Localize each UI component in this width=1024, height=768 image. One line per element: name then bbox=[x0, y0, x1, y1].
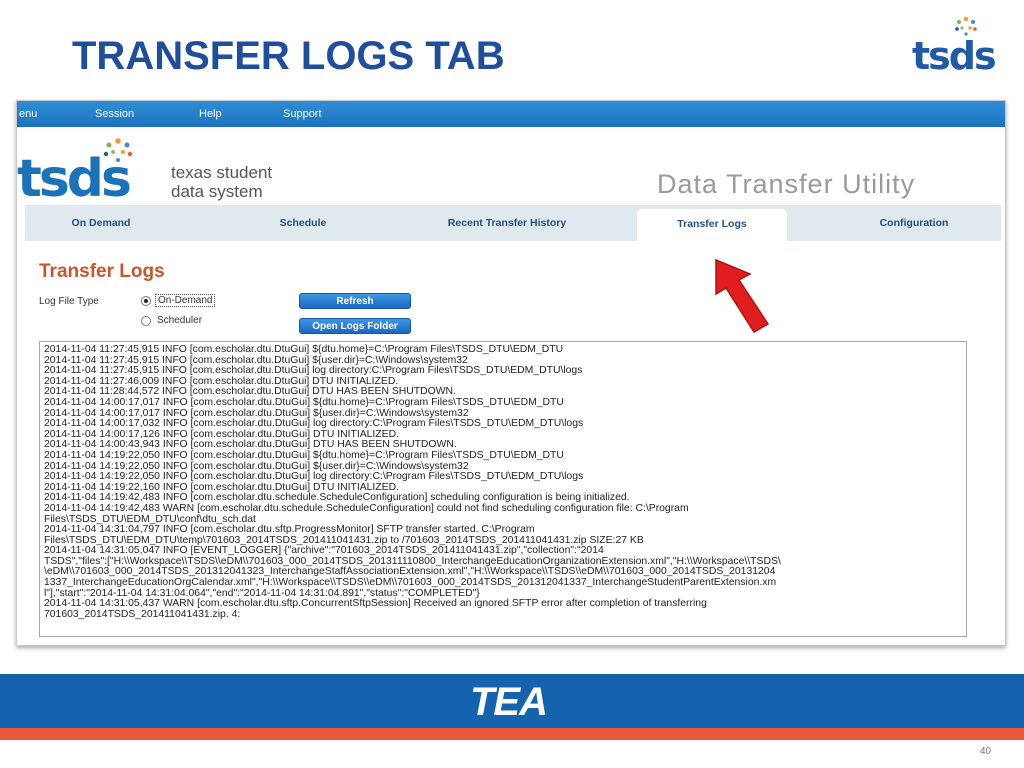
log-line: 2014-11-04 14:19:22,050 INFO [com.eschol… bbox=[44, 449, 564, 461]
log-line: 2014-11-04 14:19:42,483 WARN [com.eschol… bbox=[44, 502, 689, 514]
menu-item-session[interactable]: Session bbox=[95, 108, 134, 120]
radio-on-demand-label-wrap: On-Demand bbox=[155, 294, 216, 307]
radio-scheduler-label[interactable]: Scheduler bbox=[157, 315, 202, 326]
tsds-logo-text: tsds bbox=[912, 34, 997, 78]
radio-scheduler[interactable] bbox=[141, 316, 151, 326]
open-logs-folder-button[interactable]: Open Logs Folder bbox=[299, 318, 411, 334]
app-logo-dots-icon bbox=[103, 138, 133, 162]
menu-item-support[interactable]: Support bbox=[283, 108, 322, 120]
tea-logo-text: TEA bbox=[470, 680, 548, 724]
tab-bar: On Demand Schedule Recent Transfer Histo… bbox=[25, 205, 1001, 243]
page-number: 40 bbox=[980, 746, 992, 757]
app-logo-sub-line1: texas student bbox=[171, 163, 273, 182]
tab-recent-transfer-history[interactable]: Recent Transfer History bbox=[427, 205, 587, 241]
log-file-type-label: Log File Type bbox=[39, 296, 99, 307]
tab-schedule[interactable]: Schedule bbox=[255, 205, 351, 241]
tea-logo: TEA bbox=[468, 678, 558, 726]
footer-band-orange bbox=[0, 728, 1024, 740]
tab-transfer-logs[interactable]: Transfer Logs bbox=[637, 209, 787, 243]
utility-title: Data Transfer Utility bbox=[657, 169, 916, 199]
menu-bar: enu Session Help Support bbox=[17, 101, 1005, 127]
log-text-area[interactable]: 2014-11-04 11:27:45,915 INFO [com.eschol… bbox=[39, 341, 967, 637]
refresh-button[interactable]: Refresh bbox=[299, 293, 411, 309]
tsds-logo: tsds bbox=[910, 14, 997, 80]
log-line: 2014-11-04 14:00:17,017 INFO [com.eschol… bbox=[44, 396, 564, 408]
app-screenshot: enu Session Help Support tsds texas stud… bbox=[16, 100, 1006, 646]
log-line: 701603_2014TSDS_201411041431.zip. 4: bbox=[44, 608, 241, 620]
tab-configuration[interactable]: Configuration bbox=[859, 205, 969, 241]
tab-on-demand[interactable]: On Demand bbox=[49, 205, 153, 241]
app-logo-sub-line2: data system bbox=[171, 182, 263, 201]
slide-title: TRANSFER LOGS TAB bbox=[72, 34, 505, 78]
app-logo-subtitle: texas student data system bbox=[171, 163, 272, 201]
radio-on-demand[interactable] bbox=[141, 296, 151, 306]
log-line: 2014-11-04 11:27:45,915 INFO [com.eschol… bbox=[44, 344, 564, 355]
red-arrow-icon bbox=[715, 258, 770, 334]
menu-item-menu[interactable]: enu bbox=[19, 108, 37, 120]
menu-item-help[interactable]: Help bbox=[199, 108, 222, 120]
radio-on-demand-label[interactable]: On-Demand bbox=[155, 294, 216, 307]
transfer-logs-heading: Transfer Logs bbox=[39, 261, 165, 282]
